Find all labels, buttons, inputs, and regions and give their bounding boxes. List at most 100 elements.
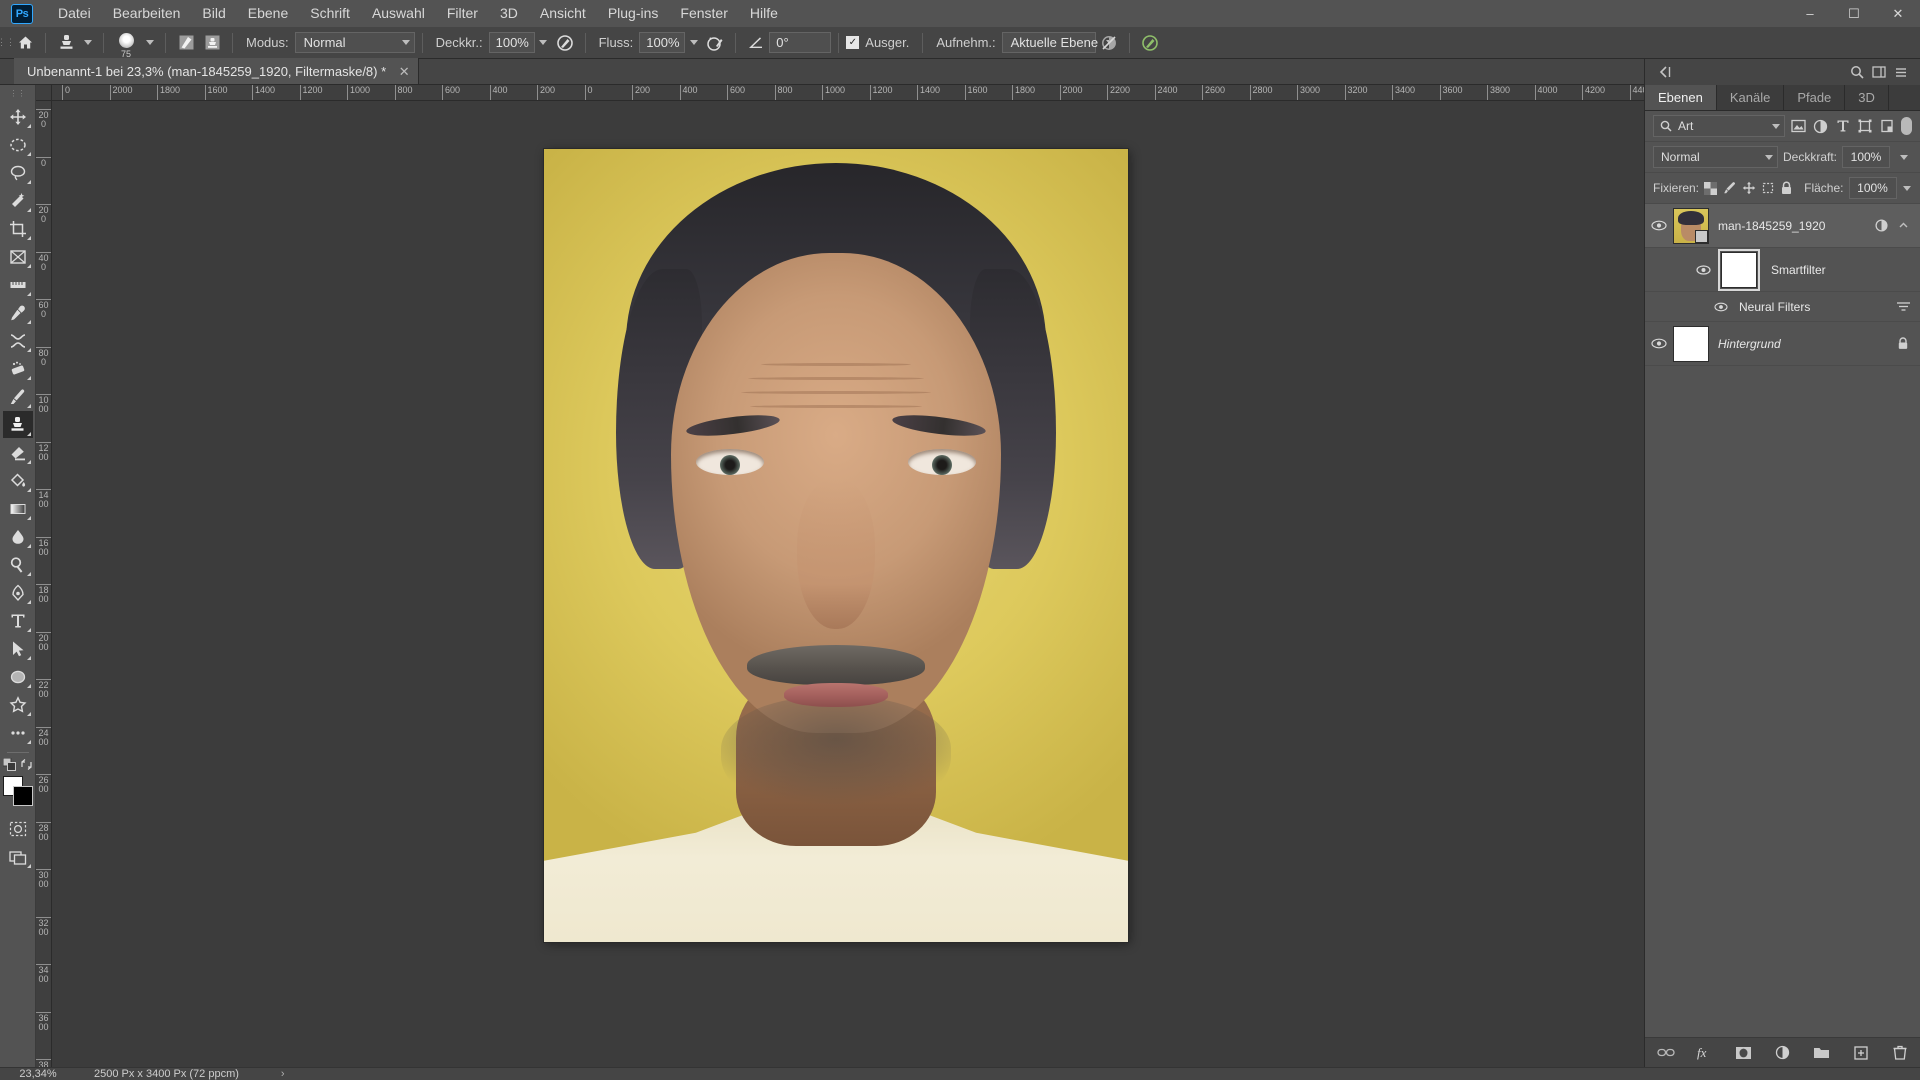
clone-stamp-tool[interactable] bbox=[2, 411, 33, 438]
eyedropper-tool[interactable] bbox=[3, 299, 33, 326]
new-adjustment-layer-icon[interactable] bbox=[1772, 1042, 1794, 1064]
menu-filter[interactable]: Filter bbox=[436, 0, 489, 27]
tool-preset-caret[interactable] bbox=[79, 32, 96, 53]
marquee-tool[interactable] bbox=[3, 131, 33, 158]
opacity-caret[interactable] bbox=[1895, 147, 1912, 168]
minimize-button[interactable]: – bbox=[1788, 0, 1832, 27]
background-color-swatch[interactable] bbox=[12, 786, 33, 806]
search-panel-icon[interactable] bbox=[1846, 61, 1868, 83]
menu-auswahl[interactable]: Auswahl bbox=[361, 0, 436, 27]
zoom-level[interactable]: 23,34% bbox=[0, 1068, 76, 1080]
move-tool[interactable] bbox=[3, 103, 33, 130]
brush-tool[interactable] bbox=[3, 383, 33, 410]
ruler-corner[interactable] bbox=[36, 85, 52, 101]
menu-bild[interactable]: Bild bbox=[191, 0, 236, 27]
pressure-opacity-icon[interactable] bbox=[552, 31, 578, 55]
collapse-panel-icon[interactable] bbox=[1653, 61, 1675, 83]
brush-settings-icon[interactable] bbox=[173, 31, 199, 55]
measure-tool[interactable] bbox=[3, 271, 33, 298]
color-swatches[interactable] bbox=[2, 775, 34, 807]
blur-tool[interactable] bbox=[3, 523, 33, 550]
options-bar-grip[interactable]: ⋮⋮ bbox=[0, 27, 15, 59]
filter-pixel-icon[interactable] bbox=[1790, 115, 1807, 137]
layer-row-background[interactable]: Hintergrund bbox=[1645, 322, 1920, 366]
menu-fenster[interactable]: Fenster bbox=[669, 0, 738, 27]
smart-filter-indicator-icon[interactable] bbox=[1870, 218, 1892, 233]
type-tool[interactable] bbox=[3, 607, 33, 634]
new-group-icon[interactable] bbox=[1811, 1042, 1833, 1064]
tab-kanaele[interactable]: Kanäle bbox=[1716, 85, 1785, 110]
layer-list[interactable]: man-1845259_1920 Smartfilter Neural Filt… bbox=[1645, 204, 1920, 1037]
layer-thumbnail[interactable] bbox=[1673, 325, 1709, 362]
lock-all-icon[interactable] bbox=[1780, 178, 1794, 198]
gradient-tool[interactable] bbox=[3, 495, 33, 522]
pressure-size-icon[interactable] bbox=[1137, 31, 1163, 55]
layer-filter-select[interactable]: Art bbox=[1653, 115, 1785, 137]
aligned-checkbox[interactable]: ✓ bbox=[846, 36, 860, 49]
brush-preview[interactable]: 75 bbox=[111, 30, 141, 59]
vertical-ruler[interactable]: 200 0 200 400 600 800 1000 1200 1400 1600 1800 2000… bbox=[36, 101, 52, 1067]
panel-menu-icon[interactable] bbox=[1890, 61, 1912, 83]
document-tab[interactable]: Unbenannt-1 bei 23,3% (man-1845259_1920,… bbox=[14, 58, 420, 84]
lock-transparency-icon[interactable] bbox=[1704, 178, 1718, 198]
flow-input[interactable]: 100% bbox=[639, 32, 686, 53]
home-icon[interactable] bbox=[12, 31, 38, 55]
pen-tool[interactable] bbox=[3, 579, 33, 606]
path-selection-tool[interactable] bbox=[3, 635, 33, 662]
filter-shape-icon[interactable] bbox=[1857, 115, 1874, 137]
more-tools[interactable] bbox=[3, 719, 33, 746]
tab-ebenen[interactable]: Ebenen bbox=[1645, 85, 1717, 110]
status-expand-icon[interactable]: › bbox=[239, 1068, 285, 1080]
image-canvas[interactable] bbox=[544, 149, 1128, 942]
smart-filter-mask-thumbnail[interactable] bbox=[1718, 248, 1760, 291]
opacity-input[interactable]: 100% bbox=[1842, 146, 1890, 168]
blend-mode-select[interactable]: Normal bbox=[1653, 146, 1778, 168]
layer-style-fx-icon[interactable]: fx bbox=[1694, 1042, 1716, 1064]
lock-image-icon[interactable] bbox=[1723, 178, 1737, 198]
menu-hilfe[interactable]: Hilfe bbox=[739, 0, 789, 27]
lock-position-icon[interactable] bbox=[1742, 178, 1756, 198]
frame-tool[interactable] bbox=[3, 243, 33, 270]
paint-bucket-tool[interactable] bbox=[3, 467, 33, 494]
menu-3d[interactable]: 3D bbox=[489, 0, 529, 27]
menu-datei[interactable]: Datei bbox=[47, 0, 102, 27]
ignore-adjustment-layers-icon[interactable] bbox=[1096, 31, 1122, 55]
tools-panel-grip[interactable]: ⋮⋮ bbox=[0, 90, 36, 101]
filter-type-icon[interactable] bbox=[1834, 115, 1851, 137]
airbrush-icon[interactable] bbox=[702, 31, 728, 55]
filter-settings-icon[interactable] bbox=[1892, 300, 1914, 313]
background-visibility-toggle[interactable] bbox=[1645, 338, 1673, 349]
swap-colors-icon[interactable] bbox=[20, 758, 33, 771]
new-layer-icon[interactable] bbox=[1850, 1042, 1872, 1064]
layer-row-neural-filters[interactable]: Neural Filters bbox=[1645, 292, 1920, 322]
tab-3d[interactable]: 3D bbox=[1845, 85, 1889, 110]
clone-stamp-icon[interactable] bbox=[53, 31, 79, 55]
flow-caret[interactable] bbox=[685, 32, 702, 53]
shape-tool[interactable] bbox=[3, 663, 33, 690]
fill-input[interactable]: 100% bbox=[1848, 177, 1897, 199]
canvas-scroll-area[interactable] bbox=[52, 101, 1644, 1067]
layer-name[interactable]: Smartfilter bbox=[1757, 263, 1914, 277]
quick-mask-button[interactable] bbox=[3, 815, 33, 842]
brush-preset-caret[interactable] bbox=[141, 32, 158, 53]
close-icon[interactable]: ✕ bbox=[396, 63, 412, 79]
magic-wand-tool[interactable] bbox=[3, 187, 33, 214]
lock-artboard-icon[interactable] bbox=[1761, 178, 1775, 198]
healing-brush-tool[interactable] bbox=[3, 327, 33, 354]
layer-name[interactable]: man-1845259_1920 bbox=[1709, 219, 1870, 233]
workspace-switcher-icon[interactable] bbox=[1868, 61, 1890, 83]
crop-tool[interactable] bbox=[3, 215, 33, 242]
filter-enable-toggle[interactable] bbox=[1901, 115, 1913, 137]
menu-ansicht[interactable]: Ansicht bbox=[529, 0, 597, 27]
close-button[interactable]: ✕ bbox=[1876, 0, 1920, 27]
tab-pfade[interactable]: Pfade bbox=[1784, 85, 1846, 110]
menu-bearbeiten[interactable]: Bearbeiten bbox=[102, 0, 192, 27]
add-layer-mask-icon[interactable] bbox=[1733, 1042, 1755, 1064]
layer-row-smart-filter-group[interactable]: Smartfilter bbox=[1645, 248, 1920, 292]
filter-smart-object-icon[interactable] bbox=[1879, 115, 1896, 137]
dodge-tool[interactable] bbox=[3, 551, 33, 578]
screen-mode-button[interactable] bbox=[3, 843, 33, 870]
neural-filters-visibility-toggle[interactable] bbox=[1707, 302, 1735, 312]
filter-adjustment-icon[interactable] bbox=[1812, 115, 1829, 137]
layer-thumbnail[interactable] bbox=[1673, 207, 1709, 244]
